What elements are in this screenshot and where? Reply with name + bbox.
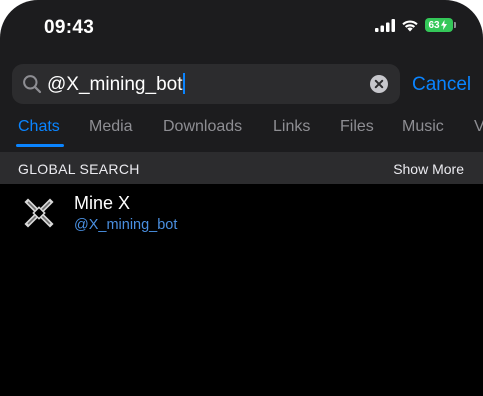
show-more-button[interactable]: Show More (393, 161, 464, 177)
result-item[interactable]: Mine X @X_mining_bot (0, 184, 483, 242)
global-search-header: GLOBAL SEARCH Show More (0, 152, 483, 184)
search-bar: @X_mining_bot Cancel (0, 62, 483, 106)
tab-links[interactable]: Links (273, 118, 310, 136)
tab-files[interactable]: Files (340, 118, 374, 136)
status-icons: 63 (375, 18, 456, 32)
search-icon (23, 75, 42, 94)
signal-icon (375, 18, 395, 32)
section-title: GLOBAL SEARCH (18, 161, 140, 177)
search-query: @X_mining_bot (47, 74, 183, 95)
battery-level: 63 (428, 19, 440, 31)
active-tab-indicator (16, 144, 64, 147)
status-time: 09:43 (44, 17, 95, 38)
result-name: Mine X (74, 193, 131, 213)
clear-icon[interactable] (370, 75, 388, 93)
tab-chats[interactable]: Chats (18, 118, 60, 136)
phone-screen: 09:43 63 @X_mining_bot Cancel Chats Medi… (0, 0, 483, 396)
result-handle: @X_mining_bot (74, 217, 178, 233)
search-input[interactable]: @X_mining_bot (12, 64, 400, 104)
search-query-wrap: @X_mining_bot (47, 73, 186, 96)
search-filter-tabs: Chats Media Downloads Links Files Music … (0, 108, 483, 148)
tab-voice-truncated[interactable]: V (474, 118, 483, 136)
battery-charging-icon: 63 (425, 18, 456, 32)
tab-music[interactable]: Music (402, 118, 444, 136)
cancel-button[interactable]: Cancel (412, 74, 471, 96)
status-bar: 09:43 63 (0, 0, 483, 56)
wifi-icon (402, 19, 418, 31)
tab-downloads[interactable]: Downloads (163, 118, 242, 136)
charging-bolt-icon (440, 20, 447, 30)
tab-media[interactable]: Media (89, 118, 133, 136)
mine-x-logo-icon (24, 198, 54, 228)
results-list: Mine X @X_mining_bot (0, 184, 483, 396)
text-cursor (183, 73, 186, 94)
